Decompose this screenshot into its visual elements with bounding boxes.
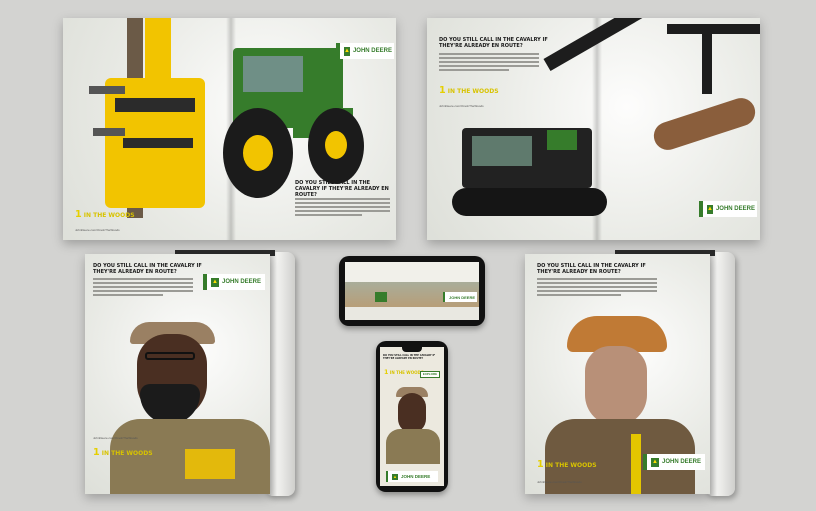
tagline: 1 IN THE WOODS [93, 447, 153, 458]
magazine-right: DO YOU STILL CALL IN THE CAVALRY IF THEY… [525, 250, 740, 496]
magazine-page: DO YOU STILL CALL IN THE CAVALRY IF THEY… [85, 254, 270, 494]
body-copy [537, 278, 657, 298]
tagline: 1 IN THE WOODS [384, 368, 424, 376]
body-copy [295, 198, 390, 218]
safety-strap [631, 434, 641, 494]
spread-top-left: ▲ JOHN DEERE DO YOU STILL CALL IN THE CA… [63, 18, 396, 240]
shirt [386, 429, 440, 464]
magazine-left: DO YOU STILL CALL IN THE CAVALRY IF THEY… [85, 250, 300, 496]
campaign-url: JohnDeere.com/OneInTheWoods [75, 228, 120, 232]
man-portrait [398, 393, 426, 433]
ad-headline: DO YOU STILL CALL IN THE CAVALRY IF THEY… [295, 180, 389, 198]
leaping-deer-icon: ▲ [392, 473, 398, 480]
harvester-boom [145, 18, 171, 78]
phone-screen: DO YOU STILL CALL IN THE CAVALRY IF THEY… [380, 347, 444, 486]
campaign-url: JohnDeere.com/OneInTheWoods [439, 104, 484, 108]
spread-top-right: DO YOU STILL CALL IN THE CAVALRY IF THEY… [427, 18, 760, 240]
leaping-deer-icon: ▲ [707, 204, 713, 214]
cab-window [472, 136, 532, 166]
tagline: 1 IN THE WOODS [439, 85, 499, 96]
ad-headline: DO YOU STILL CALL IN THE CAVALRY IF THEY… [439, 37, 548, 49]
ad-headline: DO YOU STILL CALL IN THE CAVALRY IF THEY… [383, 354, 436, 360]
leaping-deer-icon: ▲ [651, 457, 659, 467]
john-deere-logo: ▲ JOHN DEERE [643, 454, 705, 470]
cab-window [243, 56, 303, 92]
magazine-page: DO YOU STILL CALL IN THE CAVALRY IF THEY… [525, 254, 710, 494]
john-deere-logo: ▲ JOHN DEERE [203, 274, 265, 290]
explore-button[interactable]: EXPLORE [420, 371, 440, 378]
john-deere-logo: ▲ JOHN DEERE [699, 201, 757, 217]
glasses [145, 352, 195, 360]
worker-portrait [585, 346, 647, 426]
phone-screen: JOHN DEERE [345, 262, 479, 320]
tagline: 1 IN THE WOODS [537, 459, 597, 470]
ad-headline: DO YOU STILL CALL IN THE CAVALRY IF THEY… [93, 263, 202, 275]
john-deere-logo: ▲ JOHN DEERE [386, 471, 438, 482]
phone-portrait: DO YOU STILL CALL IN THE CAVALRY IF THEY… [376, 341, 448, 492]
john-deere-logo: JOHN DEERE [443, 292, 477, 302]
campaign-url: JohnDeere.com/OneInTheWoods [537, 480, 582, 484]
leaping-deer-icon: ▲ [211, 277, 219, 287]
ad-headline: DO YOU STILL CALL IN THE CAVALRY IF THEY… [537, 263, 646, 275]
campaign-url: JohnDeere.com/OneInTheWoods [93, 436, 138, 440]
john-deere-logo: ▲ JOHN DEERE [336, 43, 394, 59]
body-copy [439, 53, 539, 73]
tagline: 1 IN THE WOODS [75, 209, 135, 220]
leaping-deer-icon: ▲ [344, 46, 350, 56]
phone-notch [402, 347, 422, 352]
crawler-tracks [452, 188, 607, 216]
grapple-arm [89, 86, 125, 94]
phone-landscape: JOHN DEERE [339, 256, 485, 326]
body-copy [93, 278, 193, 298]
